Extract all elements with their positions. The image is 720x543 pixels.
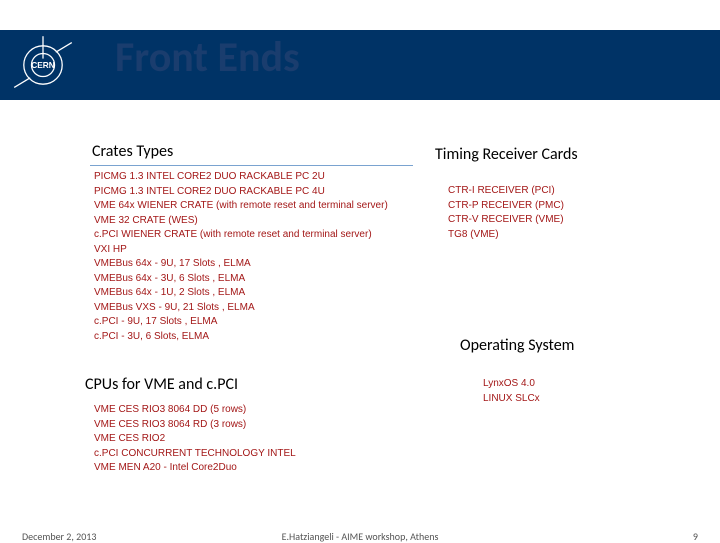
footer-page: 9 (693, 530, 698, 543)
page-title: Front Ends (115, 32, 300, 83)
header-bar: CERN (0, 30, 720, 100)
list-item: VMEBus 64x - 9U, 17 Slots , ELMA (94, 257, 434, 272)
heading-timing: Timing Receiver Cards (435, 145, 578, 164)
list-item: PICMG 1.3 INTEL CORE2 DUO RACKABLE PC 2U (94, 170, 434, 185)
list-item: c.PCI WIENER CRATE (with remote reset an… (94, 228, 434, 243)
list-item: VME CES RIO3 8064 RD (3 rows) (94, 418, 296, 433)
list-item: c.PCI CONCURRENT TECHNOLOGY INTEL (94, 447, 296, 462)
list-item: CTR-P RECEIVER (PMC) (448, 199, 564, 214)
list-item: LynxOS 4.0 (483, 377, 540, 392)
list-item: c.PCI - 9U, 17 Slots , ELMA (94, 315, 434, 330)
list-item: VME 32 CRATE (WES) (94, 214, 434, 229)
divider (90, 165, 413, 166)
list-item: PICMG 1.3 INTEL CORE2 DUO RACKABLE PC 4U (94, 185, 434, 200)
crates-list: PICMG 1.3 INTEL CORE2 DUO RACKABLE PC 2U… (94, 170, 434, 344)
list-item: VME 64x WIENER CRATE (with remote reset … (94, 199, 434, 214)
list-item: VMEBus 64x - 1U, 2 Slots , ELMA (94, 286, 434, 301)
list-item: VMEBus 64x - 3U, 6 Slots , ELMA (94, 272, 434, 287)
heading-crates: Crates Types (92, 142, 173, 161)
footer-center: E.Hatziangeli - AIME workshop, Athens (0, 530, 720, 543)
heading-cpus: CPUs for VME and c.PCI (85, 375, 238, 394)
heading-os: Operating System (460, 336, 574, 355)
list-item: VMEBus VXS - 9U, 21 Slots , ELMA (94, 301, 434, 316)
list-item: CTR-V RECEIVER (VME) (448, 213, 564, 228)
os-list: LynxOS 4.0LINUX SLCx (483, 377, 540, 406)
list-item: VME CES RIO3 8064 DD (5 rows) (94, 403, 296, 418)
list-item: VME CES RIO2 (94, 432, 296, 447)
list-item: VXI HP (94, 243, 434, 258)
svg-text:CERN: CERN (31, 60, 55, 70)
cpus-list: VME CES RIO3 8064 DD (5 rows)VME CES RIO… (94, 403, 296, 476)
list-item: LINUX SLCx (483, 392, 540, 407)
timing-list: CTR-I RECEIVER (PCI)CTR-P RECEIVER (PMC)… (448, 184, 564, 242)
cern-logo: CERN (0, 30, 85, 100)
list-item: TG8 (VME) (448, 228, 564, 243)
list-item: CTR-I RECEIVER (PCI) (448, 184, 564, 199)
list-item: c.PCI - 3U, 6 Slots, ELMA (94, 330, 434, 345)
list-item: VME MEN A20 - Intel Core2Duo (94, 461, 296, 476)
